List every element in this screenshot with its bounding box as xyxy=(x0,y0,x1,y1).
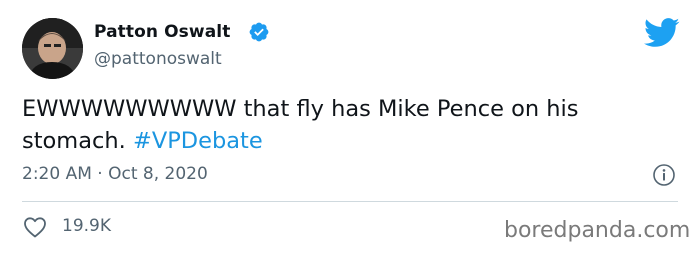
heart-icon[interactable] xyxy=(23,216,47,238)
tweet-body: EWWWWWWWWW that fly has Mike Pence on hi… xyxy=(22,96,579,154)
author-display-name[interactable]: Patton Oswalt xyxy=(94,22,230,42)
watermark: boredpanda.com xyxy=(504,218,691,243)
tweet-timestamp[interactable]: 2:20 AM · Oct 8, 2020 xyxy=(22,164,208,184)
like-count[interactable]: 19.9K xyxy=(62,216,111,236)
info-icon[interactable] xyxy=(652,163,676,187)
twitter-bird-icon[interactable] xyxy=(644,18,680,48)
avatar[interactable] xyxy=(22,18,83,79)
hashtag-link[interactable]: #VPDebate xyxy=(133,128,263,154)
tweet-text: EWWWWWWWWW that fly has Mike Pence on hi… xyxy=(22,93,662,157)
divider xyxy=(22,201,678,202)
verified-badge-icon xyxy=(249,22,269,42)
author-handle[interactable]: @pattonoswalt xyxy=(94,49,222,69)
